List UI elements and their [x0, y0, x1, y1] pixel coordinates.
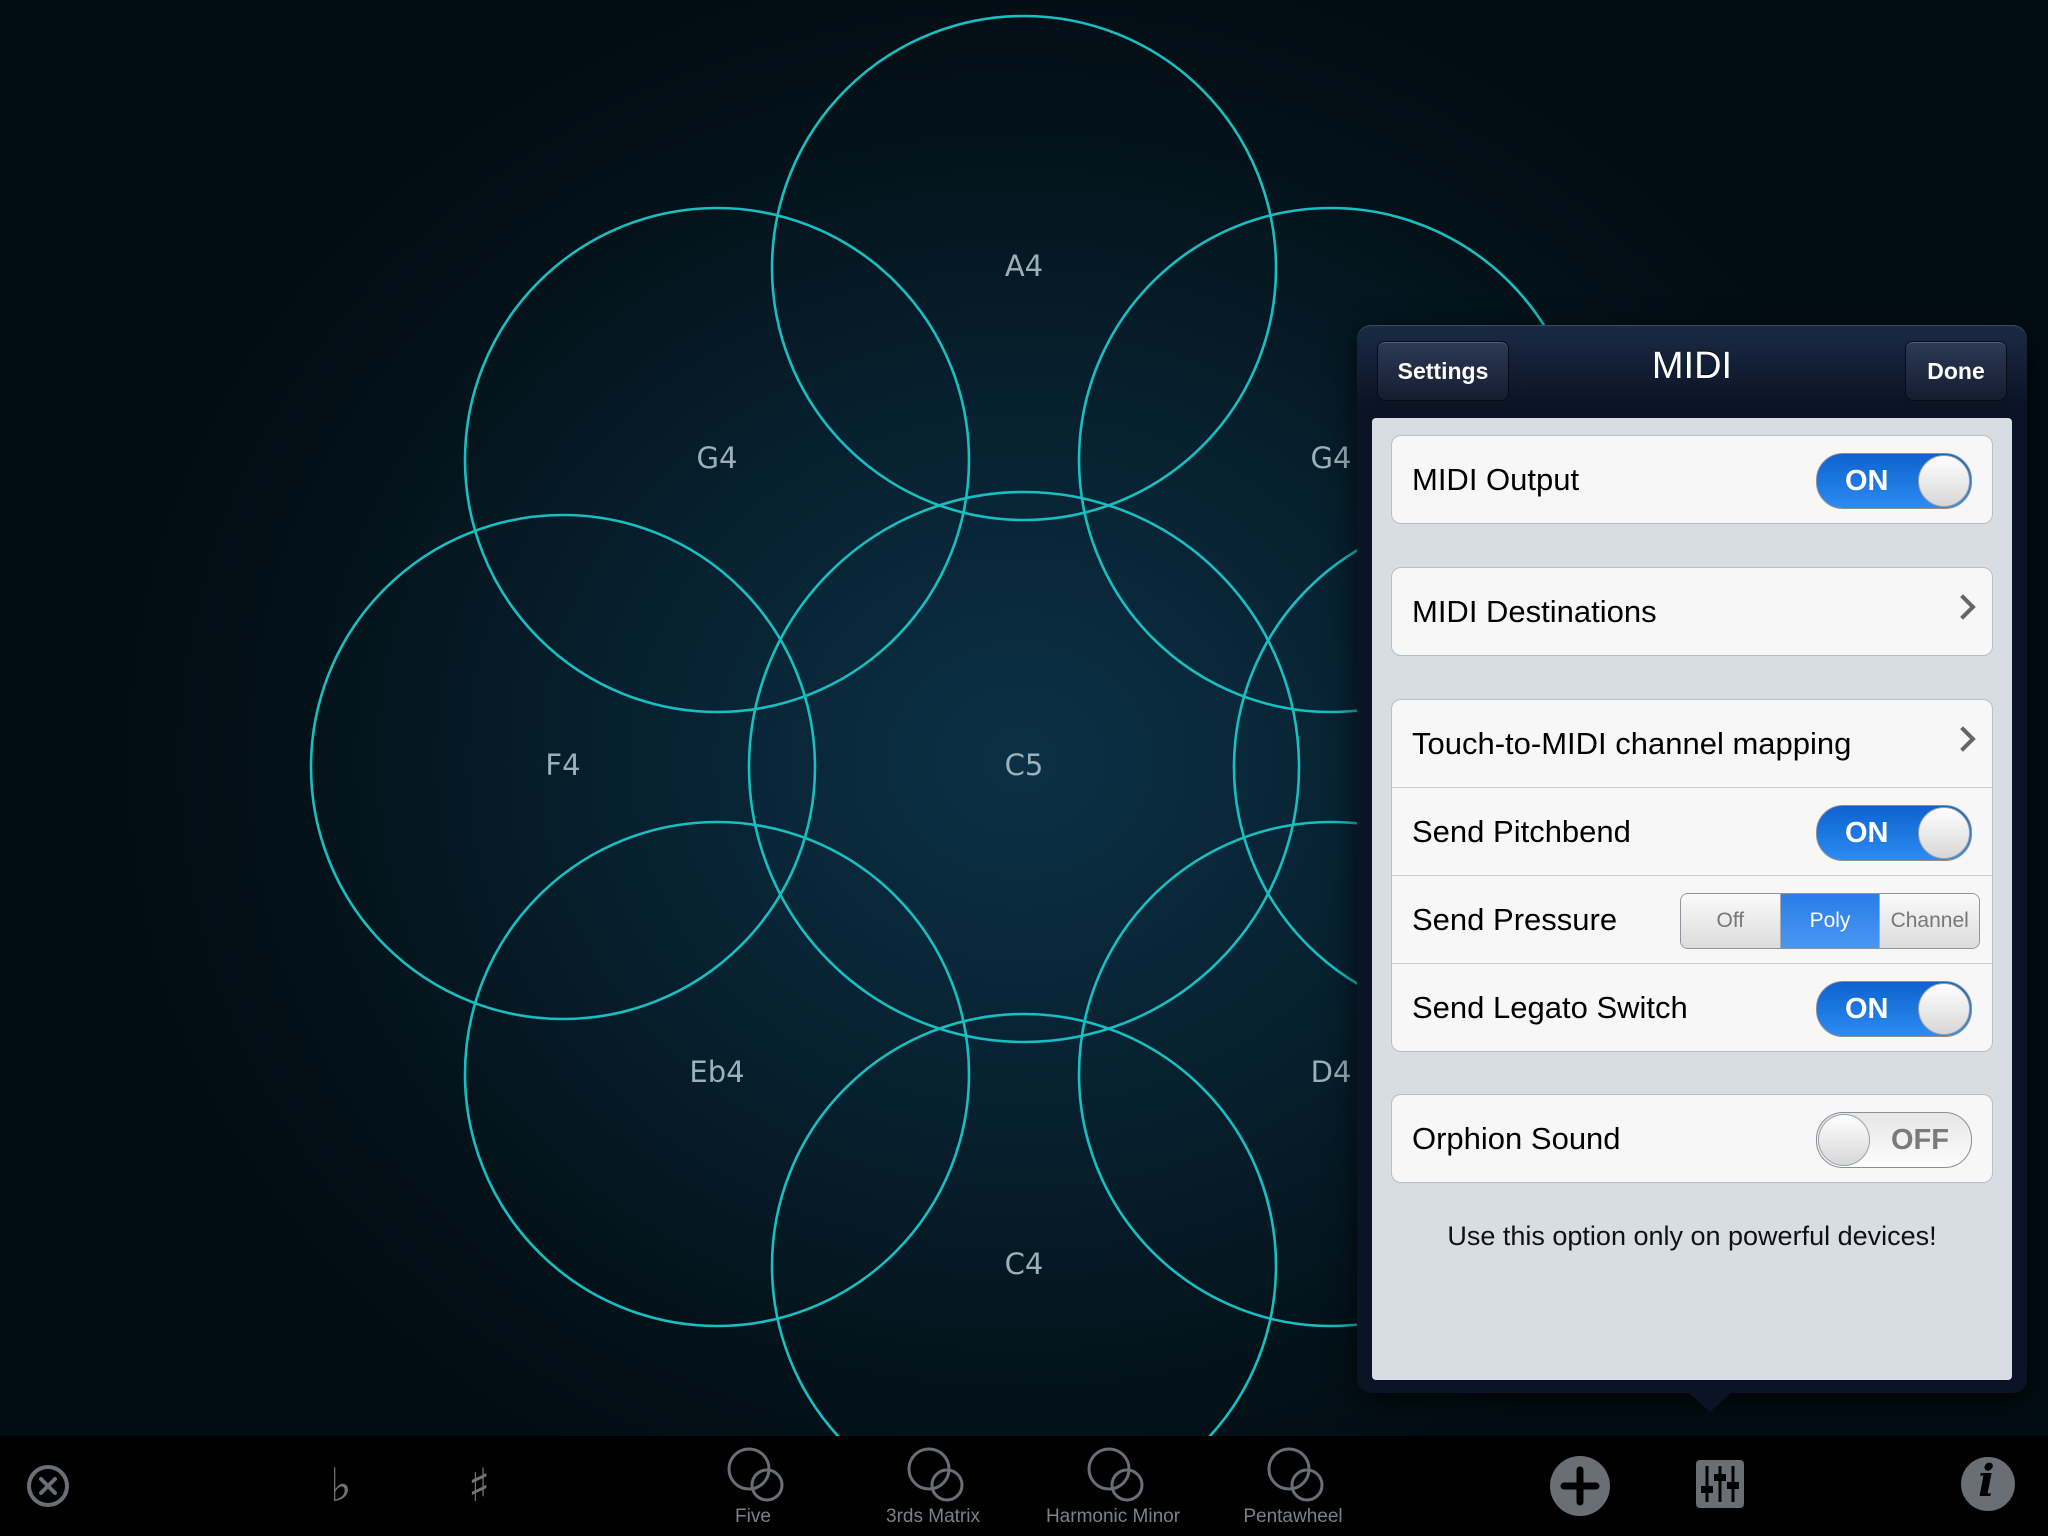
orphion-sound-row: Orphion Sound OFF	[1392, 1095, 1992, 1182]
flat-button[interactable]: ♭	[320, 1436, 370, 1536]
note-pad-c4[interactable]	[770, 1012, 1278, 1436]
midi-output-row: MIDI Output ON	[1392, 436, 1992, 523]
note-label: D4	[1311, 1055, 1352, 1089]
midi-options-group: Touch-to-MIDI channel mapping Send Pitch…	[1391, 699, 1993, 1052]
preset-label: Harmonic Minor	[1045, 1506, 1181, 1527]
toggle-state: ON	[1845, 817, 1889, 849]
send-pressure-row: Send Pressure Off Poly Channel	[1392, 875, 1992, 963]
two-circles-icon	[1087, 1447, 1144, 1502]
pressure-option-off[interactable]: Off	[1681, 894, 1780, 948]
row-label: Orphion Sound	[1412, 1121, 1621, 1156]
send-pitchbend-toggle[interactable]: ON	[1816, 805, 1972, 861]
toggle-state: ON	[1845, 465, 1889, 497]
note-label: C4	[1005, 1247, 1044, 1281]
midi-destinations-group: MIDI Destinations	[1391, 567, 1993, 656]
pressure-option-poly[interactable]: Poly	[1779, 894, 1880, 948]
preset-harmonic-minor[interactable]: Harmonic Minor	[1023, 1436, 1203, 1536]
sharp-icon: ♯	[468, 1458, 491, 1512]
preset-label: 3rds Matrix	[886, 1506, 980, 1527]
midi-settings-popover: Settings MIDI Done MIDI Output ON MIDI D…	[1357, 325, 2027, 1393]
midi-output-group: MIDI Output ON	[1391, 435, 1993, 524]
midi-destinations-row[interactable]: MIDI Destinations	[1392, 568, 1992, 655]
toggle-state: ON	[1845, 993, 1889, 1025]
row-label: Send Pressure	[1412, 902, 1618, 937]
info-glyph: i	[1978, 1456, 1995, 1507]
info-button[interactable]: i	[1958, 1436, 2018, 1536]
orphion-sound-toggle[interactable]: OFF	[1816, 1112, 1972, 1168]
sharp-button[interactable]: ♯	[458, 1436, 508, 1536]
midi-output-toggle[interactable]: ON	[1816, 453, 1972, 509]
close-button[interactable]	[22, 1436, 76, 1536]
preset-label: Pentawheel	[1243, 1506, 1343, 1527]
row-label: Send Pitchbend	[1412, 814, 1631, 849]
send-pressure-segmented-control: Off Poly Channel	[1680, 893, 1980, 949]
bottom-toolbar: ♭ ♯ Five 3rds Matrix Harmonic Minor Pent…	[0, 1436, 2048, 1536]
toggle-knob	[1918, 807, 1970, 859]
preset-label: Five	[735, 1506, 771, 1527]
note-label: C5	[1005, 748, 1044, 782]
send-legato-toggle[interactable]: ON	[1816, 981, 1972, 1037]
two-circles-icon	[1267, 1447, 1324, 1502]
orphion-sound-group: Orphion Sound OFF	[1391, 1094, 1993, 1183]
note-label: A4	[1005, 249, 1043, 283]
toggle-knob	[1918, 455, 1970, 507]
add-button[interactable]	[1548, 1436, 1612, 1536]
note-label: G4	[1311, 441, 1352, 475]
mixer-button[interactable]	[1692, 1436, 1748, 1536]
touch-to-midi-mapping-row[interactable]: Touch-to-MIDI channel mapping	[1392, 700, 1992, 787]
done-button[interactable]: Done	[1905, 341, 2007, 401]
note-label: Eb4	[689, 1055, 744, 1089]
preset-3rds-matrix[interactable]: 3rds Matrix	[843, 1436, 1023, 1536]
popover-arrow	[1686, 1390, 1734, 1412]
sliders-icon	[1696, 1460, 1744, 1508]
orphion-sound-hint: Use this option only on powerful devices…	[1447, 1221, 1937, 1251]
settings-table: MIDI Output ON MIDI Destinations Touch-t…	[1372, 418, 2012, 1380]
send-pitchbend-row: Send Pitchbend ON	[1392, 787, 1992, 875]
plus-circle-icon	[1550, 1456, 1610, 1516]
row-label: Send Legato Switch	[1412, 990, 1688, 1025]
two-circles-icon	[907, 1447, 964, 1502]
chevron-right-icon	[1950, 594, 1976, 620]
toggle-state: OFF	[1891, 1124, 1949, 1156]
toggle-knob	[1918, 983, 1970, 1035]
note-label: F4	[545, 748, 580, 782]
preset-five[interactable]: Five	[663, 1436, 843, 1536]
toggle-knob	[1818, 1114, 1870, 1166]
two-circles-icon	[727, 1447, 784, 1502]
send-legato-switch-row: Send Legato Switch ON	[1392, 963, 1992, 1051]
row-label: MIDI Output	[1412, 462, 1580, 497]
flat-icon: ♭	[330, 1458, 352, 1512]
pressure-option-channel[interactable]: Channel	[1879, 894, 1979, 948]
note-label: G4	[697, 441, 738, 475]
preset-pentawheel[interactable]: Pentawheel	[1203, 1436, 1383, 1536]
row-label: MIDI Destinations	[1412, 594, 1657, 629]
row-label: Touch-to-MIDI channel mapping	[1412, 726, 1852, 761]
close-circle-icon	[27, 1465, 69, 1507]
chevron-right-icon	[1950, 726, 1976, 752]
